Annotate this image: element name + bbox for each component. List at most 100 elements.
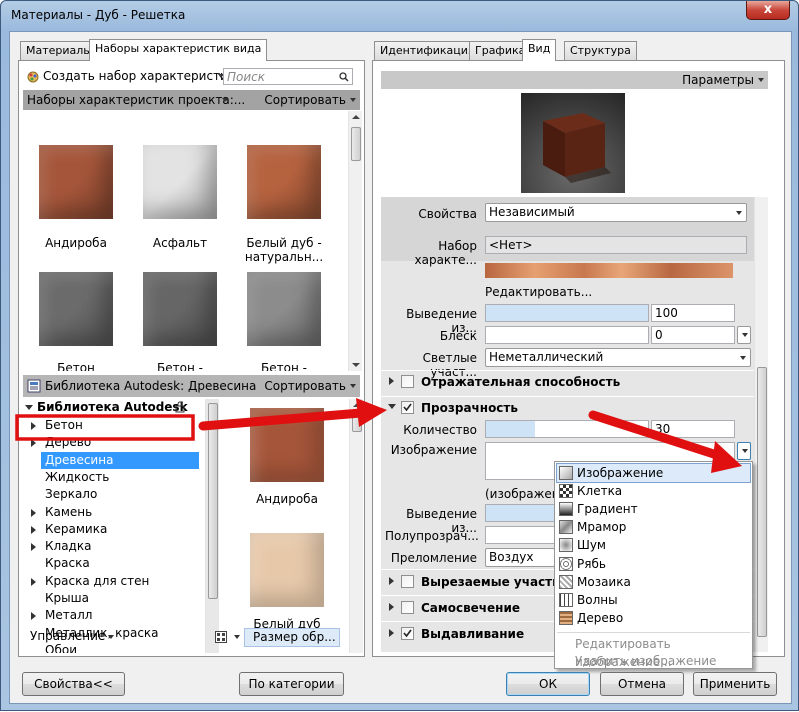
texture-swatch[interactable] [485, 263, 733, 278]
tree-item[interactable]: Зеркало [23, 486, 205, 503]
set-thumb-andiroba[interactable] [39, 145, 113, 219]
tab-identity[interactable]: Идентификация [374, 41, 481, 61]
library-items-scrollbar[interactable] [349, 399, 363, 653]
tree-item[interactable]: Обои [23, 642, 205, 653]
library-sort-button[interactable]: Сортировать [264, 379, 346, 393]
tree-item[interactable]: Камень [23, 504, 205, 521]
otr-checkbox[interactable] [401, 375, 414, 388]
properties-toggle-button[interactable]: Свойства<< [22, 672, 125, 696]
tree-item[interactable]: Керамика [23, 521, 205, 538]
blesk-dropdown[interactable] [737, 326, 751, 344]
expand-icon[interactable] [31, 612, 36, 621]
menu-item[interactable]: Мозаика [557, 573, 750, 591]
scroll-up-icon[interactable] [353, 403, 361, 407]
menu-item[interactable]: Клетка [557, 482, 750, 500]
expand-icon[interactable] [25, 405, 33, 410]
expand-icon[interactable] [31, 508, 36, 517]
tab-structure[interactable]: Структура [564, 41, 637, 61]
menu-item[interactable]: Дерево [557, 609, 750, 627]
set-thumb-concrete-2[interactable] [143, 272, 217, 346]
project-sets-label[interactable]: Наборы характеристик проекта:... [27, 93, 245, 107]
blesk-field[interactable]: 0 [651, 326, 735, 344]
expand-icon[interactable] [31, 543, 36, 552]
ok-button[interactable]: ОК [506, 672, 590, 696]
tree-item[interactable]: Дерево [23, 434, 205, 451]
otr-section[interactable]: Отражательная способность [421, 375, 620, 389]
izobr-dropdown[interactable] [737, 442, 751, 460]
tab-materials[interactable]: Материалы [20, 41, 98, 61]
tree-item[interactable]: Древесина [41, 451, 199, 469]
prelom-select[interactable]: Воздух [485, 548, 555, 567]
apply-button[interactable]: Применить [693, 672, 777, 696]
blesk-slider[interactable] [485, 326, 649, 344]
lib-thumb-white-oak[interactable] [250, 533, 324, 607]
vydav-section[interactable]: Выдавливание [421, 627, 524, 641]
by-category-button[interactable]: По категории [239, 672, 344, 696]
tree-scrollbar[interactable] [205, 399, 219, 653]
scroll-thumb[interactable] [208, 403, 218, 599]
tree-item[interactable]: Бетон [23, 417, 205, 434]
menu-item[interactable]: Шум [557, 536, 750, 554]
manage-button[interactable]: Управление [30, 629, 115, 643]
menu-item[interactable]: Волны [557, 591, 750, 609]
thumbnail-size-button[interactable]: Размер обр... [244, 628, 340, 647]
vyrez-section[interactable]: Вырезаемые участки [421, 575, 569, 589]
menu-item[interactable]: Мрамор [557, 518, 750, 536]
kol-slider[interactable] [485, 420, 649, 438]
set-thumb-concrete[interactable] [39, 272, 113, 346]
vyvedenie2-slider[interactable] [485, 504, 555, 522]
tree-item[interactable]: Жидкость [23, 469, 205, 486]
tree-item[interactable]: Краска [23, 555, 205, 572]
prozr-section[interactable]: Прозрачность [421, 401, 518, 415]
scroll-down-icon[interactable] [352, 363, 360, 367]
thumbnail-view-icon[interactable] [215, 631, 227, 643]
edit-texture-link[interactable]: Редактировать... [485, 285, 592, 299]
search-input[interactable]: Поиск [223, 68, 353, 85]
set-name: Андироба [45, 236, 107, 250]
vydav-checkbox[interactable] [401, 627, 414, 640]
expand-icon[interactable] [31, 439, 36, 448]
expand-icon[interactable] [389, 603, 394, 611]
expand-icon[interactable] [31, 577, 36, 586]
tree-item[interactable]: Металл [23, 607, 205, 624]
tree-item[interactable]: Кладка [23, 538, 205, 555]
samosv-checkbox[interactable] [401, 601, 414, 614]
svetlye-select[interactable]: Неметаллический [485, 348, 751, 367]
set-thumb-white-oak[interactable] [247, 145, 321, 219]
menu-item[interactable]: Градиент [557, 500, 750, 518]
vyvedenie-slider[interactable] [485, 304, 649, 322]
tree-item[interactable]: Крыша [23, 590, 205, 607]
project-sets-scrollbar[interactable] [348, 111, 362, 371]
tab-appearance-sets[interactable]: Наборы характеристик вида [89, 39, 268, 61]
svojstva-select[interactable]: Независимый [485, 203, 747, 222]
tree-item[interactable]: Краска для стен [23, 573, 205, 590]
scroll-thumb[interactable] [351, 127, 361, 161]
sort-button[interactable]: Сортировать [264, 93, 346, 107]
expand-icon[interactable] [31, 422, 36, 430]
scroll-thumb[interactable] [352, 414, 362, 432]
set-thumb-asphalt[interactable] [143, 145, 217, 219]
expand-icon[interactable] [389, 577, 394, 585]
expand-icon[interactable] [31, 525, 36, 534]
scroll-up-icon[interactable] [352, 115, 360, 119]
cancel-button[interactable]: Отмена [600, 672, 684, 696]
expand-icon[interactable] [389, 377, 394, 385]
collapse-icon[interactable] [388, 404, 396, 409]
lib-thumb-andiroba[interactable] [250, 408, 324, 482]
kol-field[interactable]: 30 [651, 420, 735, 438]
props-scrollbar[interactable] [754, 197, 768, 652]
prozr-checkbox[interactable] [401, 401, 414, 414]
expand-icon[interactable] [389, 629, 394, 637]
menu-item[interactable]: Рябь [557, 555, 750, 573]
vyvedenie-field[interactable]: 100 [651, 304, 735, 322]
polu-slider[interactable] [485, 526, 555, 544]
vyrez-checkbox[interactable] [401, 575, 414, 588]
samosv-section[interactable]: Самосвечение [421, 601, 520, 615]
scroll-thumb[interactable] [757, 367, 767, 637]
menu-item[interactable]: Изображение [556, 463, 751, 483]
close-button[interactable]: x [746, 1, 790, 20]
set-thumb-concrete-3[interactable] [247, 272, 321, 346]
chevron-down-icon[interactable] [234, 635, 240, 639]
params-button[interactable]: Параметры [682, 73, 754, 87]
tab-appearance[interactable]: Вид [522, 39, 557, 61]
